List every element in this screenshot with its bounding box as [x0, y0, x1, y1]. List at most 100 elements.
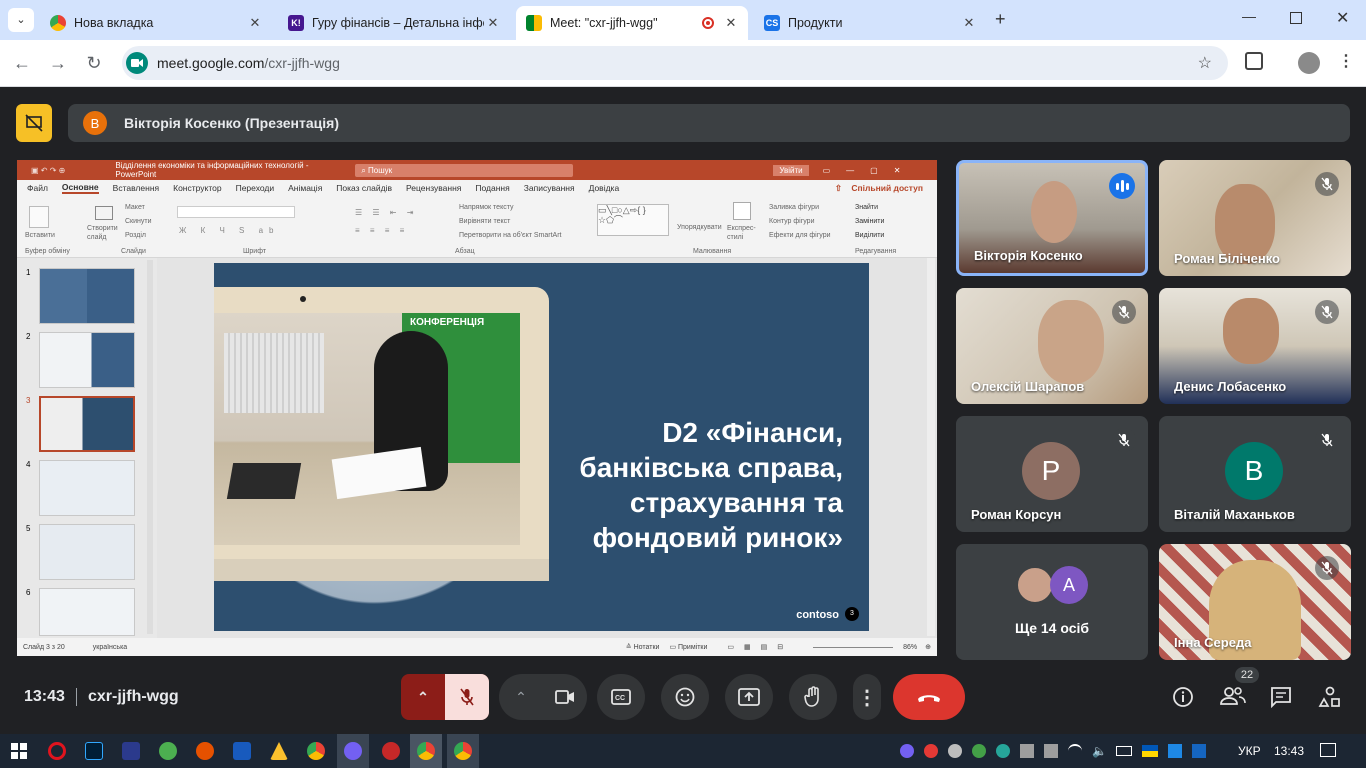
section-label[interactable]: Розділ — [125, 232, 146, 239]
ppt-window-controls[interactable]: ▭—▢✕ — [823, 166, 917, 175]
activities-button[interactable] — [1318, 686, 1344, 712]
zoom-level[interactable]: 86% — [903, 644, 917, 651]
text-direction-label[interactable]: Напрямок тексту — [459, 204, 514, 211]
share-button[interactable]: ⇧ Спільний доступ — [835, 183, 930, 194]
wifi-icon[interactable] — [1068, 744, 1082, 758]
meet-camera-icon[interactable] — [126, 52, 148, 74]
close-tab-icon[interactable]: ✕ — [246, 15, 264, 31]
align-text-label[interactable]: Вирівняти текст — [459, 218, 510, 225]
menu-insert[interactable]: Вставлення — [113, 183, 159, 193]
raise-hand-button[interactable] — [789, 674, 837, 720]
mic-options-chevron-icon[interactable]: ⌃ — [401, 689, 445, 706]
tray-app-icon[interactable] — [996, 744, 1010, 758]
shape-fill-label[interactable]: Заливка фігури — [769, 204, 819, 211]
menu-slideshow[interactable]: Показ слайдів — [336, 183, 392, 193]
profile-avatar[interactable] — [1298, 52, 1320, 74]
minimize-button[interactable]: — — [1242, 8, 1256, 24]
participant-tile[interactable]: B Віталій Маханьков — [1159, 416, 1351, 532]
present-screen-button[interactable] — [725, 674, 773, 720]
extensions-icon[interactable] — [1245, 52, 1263, 70]
clock[interactable]: 13:43 — [1274, 744, 1304, 758]
bookmark-star-icon[interactable]: ☆ — [1198, 53, 1212, 73]
browser-menu-icon[interactable]: ⋮ — [1338, 51, 1354, 71]
slide-thumbnail-4[interactable] — [39, 460, 135, 516]
tab-products[interactable]: CS Продукти ✕ — [754, 6, 986, 40]
participant-tile[interactable]: Денис Лобасенко — [1159, 288, 1351, 404]
shapes-gallery[interactable]: ▭╲□○△⇨{ }☆⬠⌒ — [597, 204, 669, 236]
slide-thumbnail-2[interactable] — [39, 332, 135, 388]
thumbnail-scrollbar[interactable] — [147, 260, 153, 634]
presentation-stop-icon[interactable] — [16, 104, 52, 142]
close-tab-icon[interactable]: ✕ — [484, 15, 502, 31]
leave-call-button[interactable] — [893, 674, 965, 720]
menu-transitions[interactable]: Переходи — [236, 183, 275, 193]
opera-icon[interactable] — [48, 742, 66, 760]
view-buttons[interactable]: ▭▦▤⊟ — [727, 643, 793, 651]
menu-animations[interactable]: Анімація — [288, 183, 322, 193]
battery-icon[interactable] — [1116, 746, 1132, 756]
menu-file[interactable]: Файл — [27, 183, 48, 193]
restore-button[interactable] — [1290, 12, 1302, 24]
layout-label[interactable]: Макет — [125, 204, 145, 211]
font-format-icons[interactable]: Ж К Ч S ab — [179, 226, 280, 235]
shape-outline-label[interactable]: Контур фігури — [769, 218, 814, 225]
menu-home[interactable]: Основне — [61, 182, 99, 194]
meeting-details-button[interactable] — [1172, 686, 1198, 712]
slide-scrollbar[interactable] — [927, 258, 935, 636]
ppt-search[interactable]: ⌕ Пошук — [355, 163, 574, 177]
input-language[interactable]: УКР — [1238, 744, 1261, 758]
red-app-icon[interactable] — [382, 742, 400, 760]
ppt-signin[interactable]: Увійти — [773, 164, 809, 176]
tray-app-icon[interactable] — [972, 744, 986, 758]
reload-button[interactable]: ↻ — [82, 51, 106, 75]
word-icon[interactable] — [233, 742, 251, 760]
windows-start-icon[interactable] — [11, 743, 27, 759]
select-label[interactable]: Виділити — [855, 232, 884, 239]
menu-recording[interactable]: Записування — [524, 183, 575, 193]
more-options-button[interactable]: ⋮ — [853, 674, 881, 720]
participant-tile[interactable]: P Роман Корсун — [956, 416, 1148, 532]
camera-button[interactable] — [543, 690, 587, 704]
paste-icon[interactable] — [29, 206, 49, 228]
tray-app-icon[interactable] — [1192, 744, 1206, 758]
photoshop-icon[interactable] — [85, 742, 103, 760]
align-icons[interactable]: ≡ ≡ ≡ ≡ — [355, 226, 408, 235]
menu-help[interactable]: Довідка — [589, 183, 620, 193]
drive-app-icon[interactable] — [270, 742, 288, 760]
more-participants-tile[interactable]: A Ще 14 осіб — [956, 544, 1148, 660]
tab-search-button[interactable]: ⌄ — [8, 8, 34, 32]
tray-app-icon[interactable] — [948, 744, 962, 758]
close-tab-icon[interactable]: ✕ — [722, 15, 740, 31]
zoom-slider[interactable] — [813, 646, 894, 648]
quick-styles-icon[interactable] — [733, 202, 751, 220]
participant-tile[interactable]: Роман Біліченко — [1159, 160, 1351, 276]
new-slide-icon[interactable] — [95, 206, 113, 220]
notes-button[interactable]: ≙ Нотатки — [626, 643, 660, 651]
tab-meet[interactable]: Meet: "cxr-jjfh-wgg" ✕ — [516, 6, 748, 40]
participant-tile[interactable]: Вікторія Косенко — [956, 160, 1148, 276]
menu-view[interactable]: Подання — [475, 183, 509, 193]
comments-button[interactable]: ▭ Примітки — [669, 643, 707, 651]
menu-design[interactable]: Конструктор — [173, 183, 221, 193]
new-tab-button[interactable]: + — [995, 9, 1006, 30]
omnibox[interactable]: meet.google.com /cxr-jjfh-wgg ☆ — [122, 46, 1228, 80]
forward-button[interactable]: → — [46, 51, 70, 75]
network-icon[interactable] — [1044, 744, 1058, 758]
reset-label[interactable]: Скинути — [125, 218, 152, 225]
notifications-icon[interactable] — [1320, 743, 1336, 757]
viber-taskbar-slot[interactable] — [337, 734, 369, 768]
slide-thumbnail-1[interactable] — [39, 268, 135, 324]
find-label[interactable]: Знайти — [855, 204, 878, 211]
chrome-active-taskbar-slot[interactable] — [410, 734, 442, 768]
smartart-label[interactable]: Перетворити на об'єкт SmartArt — [459, 232, 562, 239]
viber-tray-icon[interactable] — [900, 744, 914, 758]
arrange-label[interactable]: Упорядкувати — [677, 224, 722, 231]
tab-guru-finance[interactable]: K! Гуру фінансів – Детальна інфо ✕ — [278, 6, 510, 40]
replace-label[interactable]: Замінити — [855, 218, 884, 225]
slide-thumbnail-5[interactable] — [39, 524, 135, 580]
close-tab-icon[interactable]: ✕ — [960, 15, 978, 31]
list-icons[interactable]: ☰ ☰ ⇤ ⇥ — [355, 208, 417, 217]
participant-tile[interactable]: Інна Середа — [1159, 544, 1351, 660]
green-app-icon[interactable] — [159, 742, 177, 760]
font-name-box[interactable] — [177, 206, 295, 218]
